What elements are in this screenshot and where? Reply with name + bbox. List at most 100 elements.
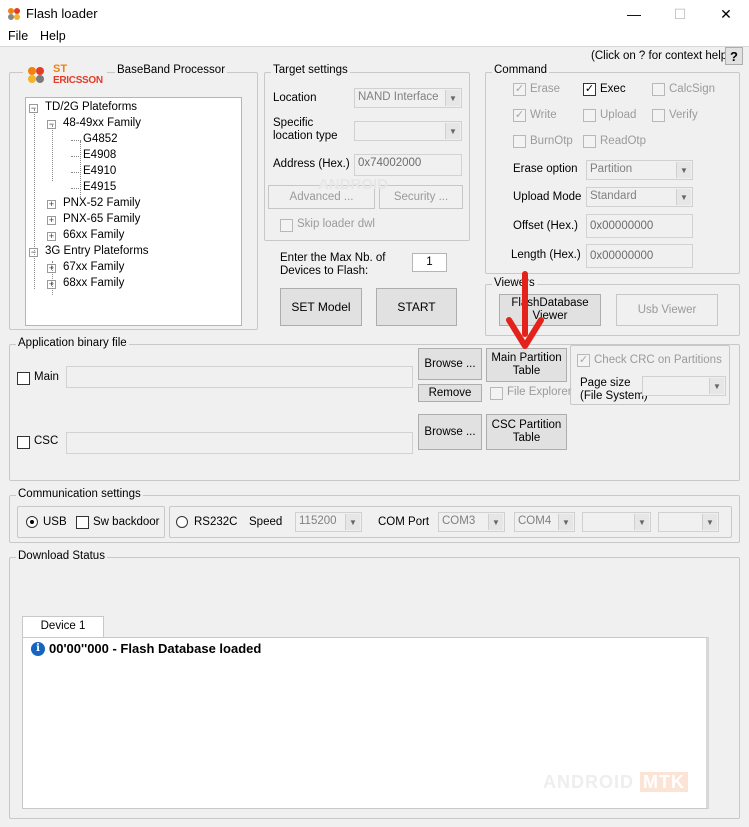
expand-icon[interactable]: + xyxy=(47,232,56,241)
logo-st: ST xyxy=(53,63,68,75)
expand-icon[interactable]: + xyxy=(47,200,56,209)
tree-item[interactable]: 67xx Family xyxy=(63,261,124,273)
com-port-select-1[interactable]: COM3 ▼ xyxy=(438,512,505,532)
file-explorer-checkbox[interactable] xyxy=(490,387,503,400)
menu-separator xyxy=(0,46,749,47)
page-size-line2: (File System) xyxy=(580,390,648,402)
tree-guide-line xyxy=(80,141,81,197)
sw-backdoor-checkbox[interactable] xyxy=(76,516,89,529)
exec-checkbox[interactable]: ✓ xyxy=(583,83,596,96)
skip-loader-checkbox[interactable] xyxy=(280,219,293,232)
erase-checkbox[interactable]: ✓ xyxy=(513,83,526,96)
main-file-field[interactable] xyxy=(66,366,413,388)
rs232c-radio[interactable] xyxy=(176,516,188,528)
file-explorer-label: File Explorer xyxy=(507,386,572,398)
write-label: Write xyxy=(530,109,557,121)
start-button[interactable]: START xyxy=(376,288,457,326)
baseband-tree-items: − TD/2G Plateforms −48-49xx Family G4852 E49… xyxy=(25,97,242,326)
main-checkbox[interactable] xyxy=(17,372,30,385)
max-devices-input[interactable]: 1 xyxy=(412,253,447,272)
usb-viewer-button[interactable]: Usb Viewer xyxy=(616,294,718,326)
chevron-down-icon: ▼ xyxy=(702,514,717,530)
burnotp-label: BurnOtp xyxy=(530,135,573,147)
com-port-select-4[interactable]: ▼ xyxy=(658,512,719,532)
page-size-select[interactable]: ▼ xyxy=(642,376,726,396)
offset-field[interactable]: 0x00000000 xyxy=(586,214,693,238)
speed-label: Speed xyxy=(249,516,283,528)
com-port-select-2[interactable]: COM4 ▼ xyxy=(514,512,575,532)
tree-item[interactable]: PNX-65 Family xyxy=(63,213,140,225)
tree-item[interactable]: E4908 xyxy=(83,149,116,161)
status-message: 00'00''000 - Flash Database loaded xyxy=(49,641,262,656)
com-port-value-1: COM3 xyxy=(442,515,476,527)
com-port-value-2: COM4 xyxy=(518,515,552,527)
csc-browse-button[interactable]: Browse ... xyxy=(418,414,482,450)
tree-item[interactable]: PNX-52 Family xyxy=(63,197,140,209)
main-browse-button[interactable]: Browse ... xyxy=(418,348,482,380)
erase-label: Erase xyxy=(530,83,561,95)
csc-label: CSC xyxy=(34,435,59,447)
location-select[interactable]: NAND Interface ▼ xyxy=(354,88,462,108)
watermark-text-1: ANDROID xyxy=(543,772,634,792)
csc-file-field[interactable] xyxy=(66,432,413,454)
tree-item[interactable]: 3G Entry Plateforms xyxy=(45,245,149,257)
tree-item[interactable]: 66xx Family xyxy=(63,229,124,241)
close-button[interactable]: ✕ xyxy=(703,0,749,28)
chevron-down-icon: ▼ xyxy=(634,514,649,530)
menu-help[interactable]: Help xyxy=(40,29,66,43)
tab-device-1[interactable]: Device 1 xyxy=(22,616,104,638)
menu-bar xyxy=(0,28,749,46)
tree-item[interactable]: TD/2G Plateforms xyxy=(45,101,137,113)
burnotp-checkbox[interactable] xyxy=(513,135,526,148)
main-partition-table-button[interactable]: Main Partition Table xyxy=(486,348,567,382)
erase-option-value: Partition xyxy=(590,163,633,175)
length-label: Length (Hex.) xyxy=(511,249,581,261)
max-devices-line2: Devices to Flash: xyxy=(280,265,369,277)
main-label: Main xyxy=(34,371,59,383)
menu-file[interactable]: File xyxy=(8,29,28,43)
tree-guide-line xyxy=(52,125,53,181)
verify-checkbox[interactable] xyxy=(652,109,665,122)
command-title: Command xyxy=(492,64,550,76)
chevron-down-icon: ▼ xyxy=(445,123,460,139)
readotp-checkbox[interactable] xyxy=(583,135,596,148)
tree-item[interactable]: E4915 xyxy=(83,181,116,193)
window-title: Flash loader xyxy=(26,6,98,21)
csc-checkbox[interactable] xyxy=(17,436,30,449)
rs232c-label: RS232C xyxy=(194,516,238,528)
location-type-select[interactable]: ▼ xyxy=(354,121,462,141)
security-button[interactable]: Security ... xyxy=(379,185,463,209)
communication-title: Communication settings xyxy=(16,488,143,500)
com-port-select-3[interactable]: ▼ xyxy=(582,512,651,532)
tree-item[interactable]: 48-49xx Family xyxy=(63,117,141,129)
specific-location-label: Specific location type xyxy=(273,117,338,143)
set-model-button[interactable]: SET Model xyxy=(280,288,362,326)
upload-checkbox[interactable] xyxy=(583,109,596,122)
watermark-text-2: MTK xyxy=(640,772,689,792)
speed-select[interactable]: 115200 ▼ xyxy=(295,512,362,532)
context-help-button[interactable]: ? xyxy=(725,47,743,65)
csc-partition-table-button[interactable]: CSC Partition Table xyxy=(486,414,567,450)
logo-ericsson: ERICSSON xyxy=(53,75,103,86)
expand-icon[interactable]: + xyxy=(47,216,56,225)
length-field[interactable]: 0x00000000 xyxy=(586,244,693,268)
write-checkbox[interactable]: ✓ xyxy=(513,109,526,122)
tree-item[interactable]: 68xx Family xyxy=(63,277,124,289)
maximize-button[interactable]: ☐ xyxy=(657,0,703,28)
upload-mode-select[interactable]: Standard ▼ xyxy=(586,187,693,207)
address-field[interactable]: 0x74002000 xyxy=(354,154,462,176)
chevron-down-icon: ▼ xyxy=(488,514,503,530)
erase-option-select[interactable]: Partition ▼ xyxy=(586,160,693,180)
tree-item[interactable]: E4910 xyxy=(83,165,116,177)
chevron-down-icon: ▼ xyxy=(445,90,460,106)
usb-label: USB xyxy=(43,516,67,528)
tree-item[interactable]: G4852 xyxy=(83,133,118,145)
usb-radio[interactable] xyxy=(26,516,38,528)
page-size-line1: Page size xyxy=(580,377,631,389)
chevron-down-icon: ▼ xyxy=(676,162,691,178)
remove-button[interactable]: Remove xyxy=(418,384,482,402)
baseband-title: BaseBand Processor xyxy=(115,64,228,76)
check-crc-checkbox[interactable]: ✓ xyxy=(577,354,590,367)
minimize-button[interactable]: — xyxy=(611,0,657,28)
calcsign-checkbox[interactable] xyxy=(652,83,665,96)
